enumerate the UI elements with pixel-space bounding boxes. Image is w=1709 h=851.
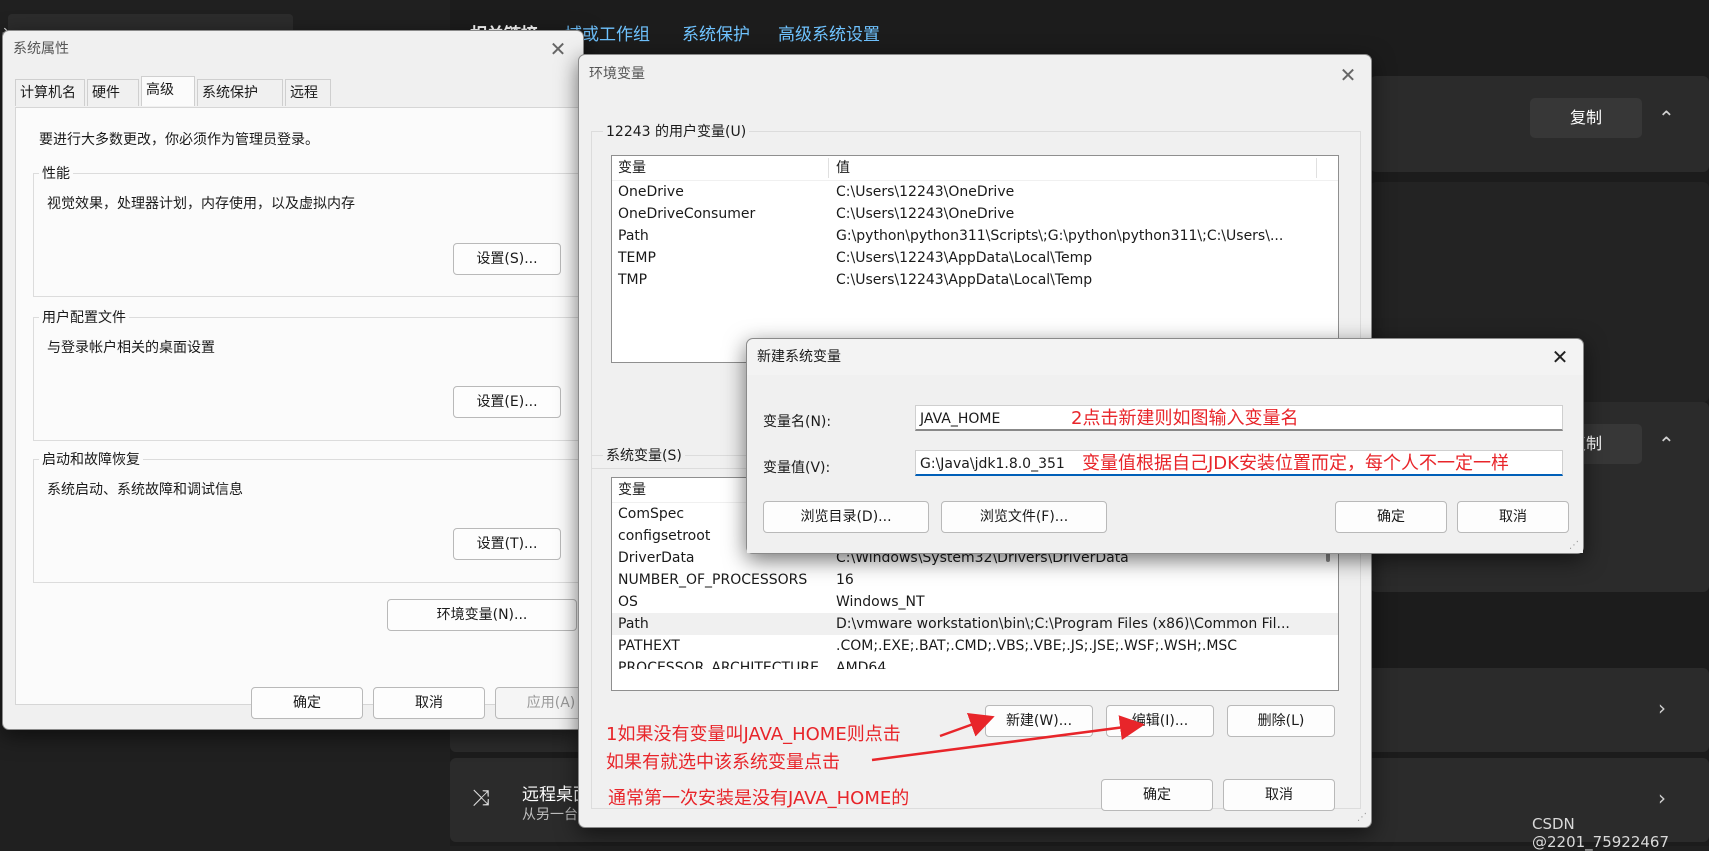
annotation-arrows: [871, 713, 1145, 762]
arrow-to-new-button: [939, 713, 995, 738]
arrow-to-edit-button: [871, 715, 1145, 762]
